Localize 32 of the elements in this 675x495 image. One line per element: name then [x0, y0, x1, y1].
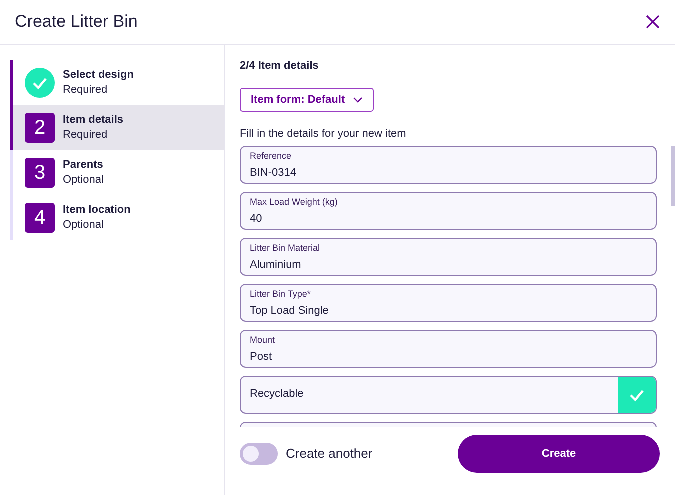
checkbox-label: Recyclable — [250, 387, 304, 402]
input-field[interactable]: Mount Post — [240, 330, 657, 368]
input-field[interactable]: Litter Bin Material Aluminium — [240, 238, 657, 276]
step-item[interactable]: 2 Item details Required — [10, 105, 224, 150]
step-item[interactable]: 3 Parents Optional — [10, 150, 224, 195]
input-field[interactable]: Reference BIN-0314 — [240, 146, 657, 184]
scrollbar-thumb[interactable] — [671, 146, 675, 206]
instruction-text: Fill in the details for your new item — [240, 127, 408, 142]
check-circle-icon — [25, 68, 55, 98]
step-status: Required — [63, 82, 109, 97]
step-item[interactable]: 4 Item location Optional — [10, 195, 224, 240]
step-title: Parents — [63, 158, 104, 172]
step-number: 4 — [25, 202, 55, 232]
window-title: Create Litter Bin — [15, 11, 138, 34]
section-heading: 2/4 Item details — [240, 59, 320, 74]
toggle-switch[interactable] — [240, 443, 278, 465]
item-form-dropdown[interactable]: Item form: Default — [240, 88, 374, 112]
step-number: 2 — [25, 112, 55, 142]
close-icon[interactable] — [646, 15, 660, 29]
input-field[interactable]: Max Load Weight (kg) 40 — [240, 192, 657, 230]
step-title: Select design — [63, 68, 134, 82]
step-status: Required — [63, 128, 109, 142]
checkbox[interactable] — [618, 376, 656, 412]
step-status: Optional — [63, 172, 104, 187]
caret-icon — [353, 96, 364, 103]
step-status: Optional — [63, 218, 105, 232]
input-field[interactable]: Litter Bin Type* Top Load Single — [240, 284, 657, 322]
step-title: Item location — [63, 203, 131, 218]
step-number: 3 — [25, 158, 55, 188]
create-button[interactable]: Create — [458, 435, 660, 473]
toggle-label: Create another — [286, 445, 373, 464]
step-title: Item details — [63, 113, 124, 128]
